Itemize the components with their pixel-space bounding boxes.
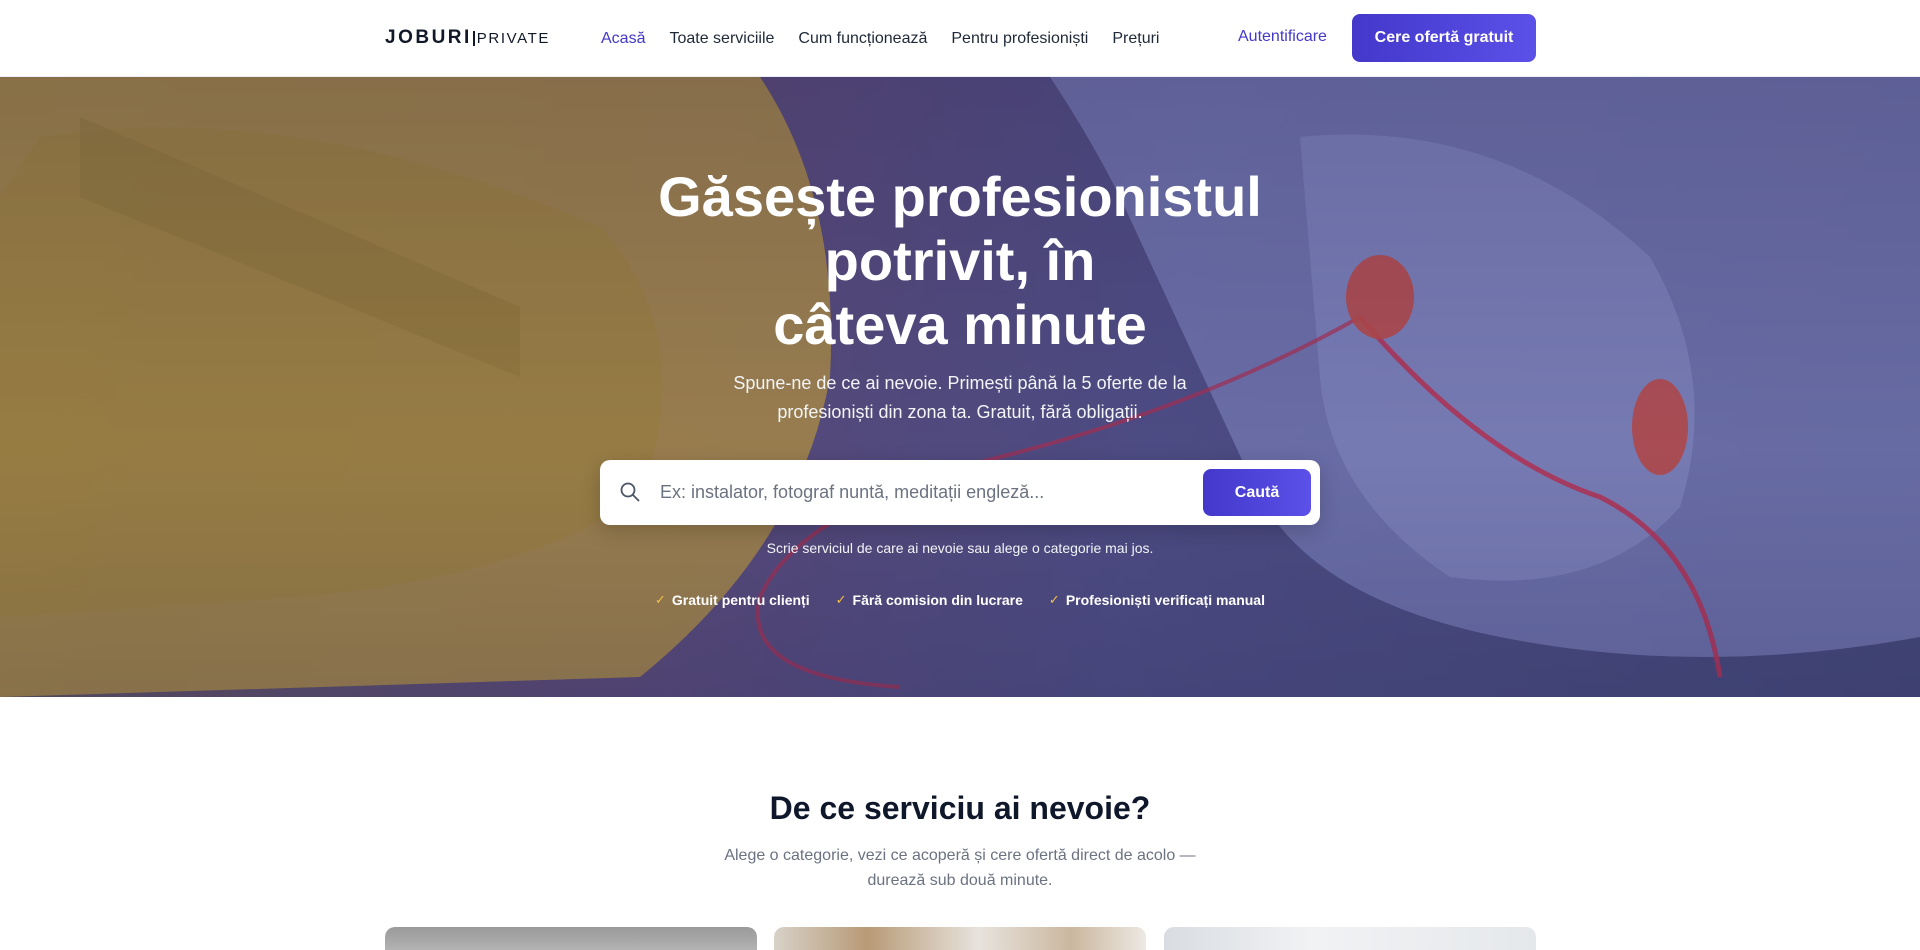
badge-no-commission: ✓ Fără comision din lucrare — [836, 592, 1023, 608]
nav-item-acasa[interactable]: Acasă — [601, 30, 645, 48]
logo-main-text: JOBURI — [385, 27, 472, 48]
badge-label: Profesioniști verificați manual — [1065, 592, 1265, 608]
hero-subtitle-line: profesioniști din zona ta. Gratuit, fără… — [777, 402, 1143, 422]
hero-title-line: Găsește profesionistul — [658, 165, 1262, 228]
badge-label: Gratuit pentru clienți — [671, 592, 810, 608]
hero-title: Găsește profesionistul potrivit, în câte… — [560, 165, 1360, 357]
request-offer-button[interactable]: Cere ofertă gratuit — [1352, 14, 1536, 62]
services-title: De ce serviciu ai nevoie? — [769, 790, 1151, 826]
nav-item-cum-functioneaza[interactable]: Cum funcționează — [798, 30, 927, 48]
hero-section: Găsește profesionistul potrivit, în câte… — [0, 77, 1920, 697]
service-card[interactable] — [774, 927, 1146, 950]
search-icon — [620, 482, 640, 502]
hero-title-line: câteva minute — [773, 293, 1147, 356]
login-link[interactable]: Autentificare — [1238, 28, 1327, 46]
hero-subtitle-line: Spune-ne de ce ai nevoie. Primești până … — [733, 373, 1187, 393]
services-subtitle-line: durează sub două minute. — [867, 872, 1053, 889]
service-card[interactable] — [1164, 927, 1536, 950]
services-subtitle-line: Alege o categorie, vezi ce acoperă și ce… — [724, 847, 1196, 864]
trust-badges: ✓ Gratuit pentru clienți ✓ Fără comision… — [560, 592, 1360, 608]
services-subtitle: Alege o categorie, vezi ce acoperă și ce… — [700, 843, 1220, 893]
main-nav: Acasă Toate serviciile Cum funcționează … — [601, 0, 1159, 77]
hero-title-line: potrivit, în — [824, 229, 1096, 292]
search-button[interactable]: Caută — [1203, 469, 1311, 516]
logo-divider — [472, 30, 475, 46]
check-icon: ✓ — [1048, 592, 1060, 607]
check-icon: ✓ — [835, 592, 847, 607]
site-header: JOBURI PRIVATE Acasă Toate serviciile Cu… — [0, 0, 1920, 77]
search-hint: Scrie serviciul de care ai nevoie sau al… — [766, 540, 1154, 556]
nav-item-preturi[interactable]: Prețuri — [1112, 30, 1159, 48]
badge-label: Fără comision din lucrare — [852, 592, 1023, 608]
badge-verified-pros: ✓ Profesioniști verificați manual — [1049, 592, 1265, 608]
logo[interactable]: JOBURI PRIVATE — [385, 27, 550, 49]
badge-free-for-clients: ✓ Gratuit pentru clienți — [655, 592, 810, 608]
logo-sub-text: PRIVATE — [476, 30, 550, 47]
service-card[interactable] — [385, 927, 757, 950]
check-icon: ✓ — [655, 592, 666, 607]
hero-subtitle: Spune-ne de ce ai nevoie. Primești până … — [660, 369, 1260, 427]
nav-item-pentru-profesionisti[interactable]: Pentru profesioniști — [951, 30, 1088, 48]
search-input[interactable] — [660, 474, 1180, 510]
search-bar: Caută — [600, 460, 1320, 525]
nav-item-toate-serviciile[interactable]: Toate serviciile — [669, 30, 774, 48]
